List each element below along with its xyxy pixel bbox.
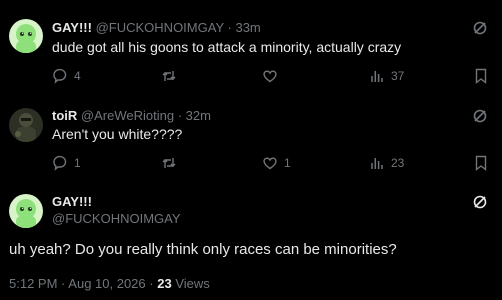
retweet-icon [162, 158, 176, 168]
views-icon [371, 71, 383, 82]
reply-count: 4 [74, 69, 81, 83]
avatar[interactable] [9, 19, 43, 53]
tweet-header: GAY!!! @FUCKOHNOIMGAY · 33m [52, 20, 261, 36]
reply-tweet-2[interactable]: toiR @AreWeRioting · 32m Aren't you whit… [0, 96, 502, 184]
reply-icon [53, 155, 67, 171]
grok-icon[interactable] [472, 20, 488, 36]
reply-tweet-1[interactable]: GAY!!! @FUCKOHNOIMGAY · 33m dude got all… [0, 0, 502, 96]
views-label: Views [175, 276, 210, 291]
reply-icon [53, 68, 67, 84]
separator: · [227, 20, 232, 35]
tweet-text: dude got all his goons to attack a minor… [52, 39, 402, 55]
bookmark-icon [475, 68, 487, 84]
avatar[interactable] [9, 194, 43, 228]
user-handle[interactable]: @FUCKOHNOIMGAY [52, 211, 181, 227]
bookmark-button[interactable] [474, 67, 488, 85]
user-handle[interactable]: @AreWeRioting [81, 108, 174, 123]
views-count: 37 [391, 69, 405, 83]
views-button[interactable]: 37 [369, 67, 404, 85]
views-count: 23 [391, 156, 405, 170]
avatar[interactable] [9, 108, 43, 142]
grok-icon[interactable] [472, 194, 488, 210]
tweet-time[interactable]: 5:12 PM [9, 276, 57, 291]
like-button[interactable]: 1 [262, 154, 291, 172]
views-total: 23 [157, 276, 172, 291]
display-name[interactable]: toiR [52, 108, 77, 123]
separator: · [149, 276, 154, 291]
action-bar: 4 37 [52, 67, 492, 85]
reply-button[interactable]: 1 [52, 154, 81, 172]
like-count: 1 [284, 156, 291, 170]
separator: · [177, 108, 183, 123]
display-name[interactable]: GAY!!! [52, 194, 92, 210]
views-icon [371, 158, 383, 169]
action-bar: 1 1 23 [52, 154, 492, 172]
reply-button[interactable]: 4 [52, 67, 81, 85]
timestamp[interactable]: 33m [235, 20, 260, 35]
user-handle[interactable]: @FUCKOHNOIMGAY [96, 20, 224, 35]
retweet-icon [162, 71, 176, 81]
like-icon [263, 157, 277, 170]
like-button[interactable] [262, 67, 284, 85]
display-name[interactable]: GAY!!! [52, 20, 92, 35]
like-icon [263, 70, 277, 83]
retweet-button[interactable] [161, 154, 183, 172]
retweet-button[interactable] [161, 67, 183, 85]
timestamp[interactable]: 32m [186, 108, 211, 123]
views-button[interactable]: 23 [369, 154, 404, 172]
tweet-text: Aren't you white???? [52, 126, 183, 142]
grok-icon[interactable] [472, 108, 488, 124]
tweet-header: toiR @AreWeRioting · 32m [52, 108, 211, 124]
tweet-meta: 5:12 PM · Aug 10, 2026 · 23 Views [9, 276, 210, 292]
tweet-date[interactable]: Aug 10, 2026 [68, 276, 145, 291]
main-tweet-text: uh yeah? Do you really think only races … [9, 241, 397, 258]
bookmark-icon [475, 155, 487, 171]
bookmark-button[interactable] [474, 154, 488, 172]
reply-count: 1 [74, 156, 81, 170]
separator: · [61, 276, 66, 291]
